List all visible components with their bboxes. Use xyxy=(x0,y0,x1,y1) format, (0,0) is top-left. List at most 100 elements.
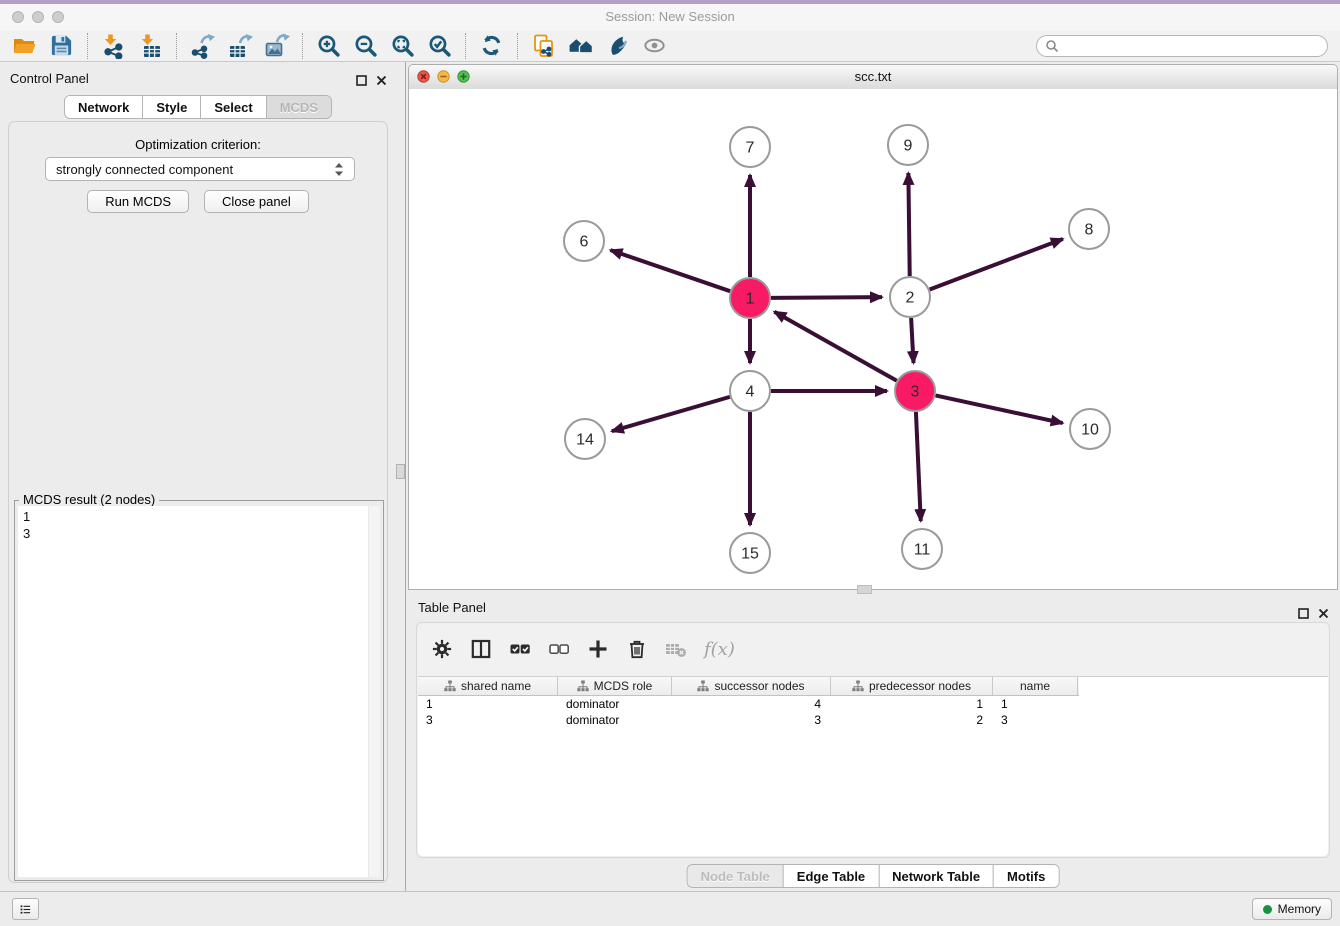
graph-edge-2-3[interactable] xyxy=(911,318,913,363)
close-panel-button[interactable] xyxy=(376,73,387,91)
import-network-icon xyxy=(101,33,127,59)
toolbar-separator xyxy=(465,33,466,59)
show-network-overview-button[interactable] xyxy=(562,31,599,61)
zoom-selected-button[interactable] xyxy=(421,31,458,61)
export-image-icon xyxy=(264,33,290,59)
import-table-button[interactable] xyxy=(132,31,169,61)
zoom-fit-button[interactable] xyxy=(384,31,421,61)
tab-style[interactable]: Style xyxy=(142,96,200,118)
mcds-result-groupbox: MCDS result (2 nodes) 13 xyxy=(14,500,384,881)
table-settings-button[interactable] xyxy=(428,635,456,663)
graph-edge-1-6[interactable] xyxy=(610,250,730,291)
graph-edge-3-11[interactable] xyxy=(916,412,921,521)
refresh-icon xyxy=(479,33,504,58)
graph-edge-2-9[interactable] xyxy=(908,173,909,276)
graph-node-label: 6 xyxy=(580,234,589,251)
delete-table-button[interactable] xyxy=(662,635,690,663)
tab-node-table[interactable]: Node Table xyxy=(688,865,783,887)
graph-node-label: 2 xyxy=(906,290,915,307)
column-header-successor-nodes[interactable]: successor nodes xyxy=(672,677,831,695)
table-cell[interactable]: 1 xyxy=(418,697,558,711)
panel-divider-handle[interactable] xyxy=(396,464,405,479)
graph-edge-3-10[interactable] xyxy=(936,395,1063,423)
graph-node-label: 1 xyxy=(746,291,755,308)
search-box[interactable] xyxy=(1036,35,1328,57)
graph-edge-2-8[interactable] xyxy=(930,239,1063,290)
refresh-button[interactable] xyxy=(473,31,510,61)
network-window-titlebar[interactable]: scc.txt xyxy=(409,65,1337,90)
table-cell[interactable]: 1 xyxy=(993,697,1078,711)
tab-network-table[interactable]: Network Table xyxy=(878,865,993,887)
apply-style-button[interactable] xyxy=(599,31,636,61)
table-row[interactable]: 3dominator323 xyxy=(418,712,1328,728)
graph-node-label: 9 xyxy=(904,138,913,155)
memory-button[interactable]: Memory xyxy=(1252,898,1332,920)
zoom-in-button[interactable] xyxy=(310,31,347,61)
graph-edge-1-2[interactable] xyxy=(771,297,882,298)
selected-option: strongly connected component xyxy=(56,162,332,177)
tab-network[interactable]: Network xyxy=(65,96,142,118)
table-cell[interactable]: 1 xyxy=(831,697,993,711)
create-column-button[interactable] xyxy=(584,635,612,663)
search-input[interactable] xyxy=(1064,38,1327,54)
zoom-out-button[interactable] xyxy=(347,31,384,61)
export-table-button[interactable] xyxy=(221,31,258,61)
scrollbar-track[interactable] xyxy=(368,506,380,877)
mcds-result-line: 1 xyxy=(23,508,380,525)
mcds-result-title: MCDS result (2 nodes) xyxy=(19,492,159,507)
function-builder-button[interactable]: f(x) xyxy=(701,635,741,663)
tab-select[interactable]: Select xyxy=(200,96,265,118)
trash-icon xyxy=(625,637,649,661)
style-brush-icon xyxy=(605,33,630,58)
import-network-button[interactable] xyxy=(95,31,132,61)
open-folder-icon xyxy=(12,33,38,59)
table-cell[interactable]: 4 xyxy=(672,697,831,711)
show-hide-button[interactable] xyxy=(636,31,673,61)
table-panel-divider-handle[interactable] xyxy=(857,585,872,594)
column-header-predecessor-nodes[interactable]: predecessor nodes xyxy=(831,677,993,695)
export-network-button[interactable] xyxy=(184,31,221,61)
table-row[interactable]: 1dominator411 xyxy=(418,696,1328,712)
table-cell[interactable]: 3 xyxy=(418,713,558,727)
tab-edge-table[interactable]: Edge Table xyxy=(783,865,878,887)
graph-node-label: 11 xyxy=(914,542,931,559)
tab-mcds[interactable]: MCDS xyxy=(266,96,331,118)
graph-node-label: 10 xyxy=(1081,422,1099,439)
task-history-button[interactable] xyxy=(12,898,39,920)
float-panel-button[interactable] xyxy=(356,73,367,91)
open-file-button[interactable] xyxy=(6,31,43,61)
delete-columns-button[interactable] xyxy=(623,635,651,663)
column-header-shared-name[interactable]: shared name xyxy=(418,677,558,695)
gear-icon xyxy=(430,637,454,661)
export-image-button[interactable] xyxy=(258,31,295,61)
tab-motifs[interactable]: Motifs xyxy=(993,865,1058,887)
save-session-button[interactable] xyxy=(43,31,80,61)
column-header-name[interactable]: name xyxy=(993,677,1078,695)
tree-icon xyxy=(697,680,709,692)
tree-icon xyxy=(852,680,864,692)
window-titlebar: Session: New Session xyxy=(0,4,1340,30)
panel-divider[interactable] xyxy=(405,62,406,891)
table-cell[interactable]: dominator xyxy=(558,697,672,711)
table-cell[interactable]: 3 xyxy=(672,713,831,727)
table-cell[interactable]: dominator xyxy=(558,713,672,727)
close-panel-button-cp[interactable]: Close panel xyxy=(204,190,309,213)
duplicate-network-button[interactable] xyxy=(525,31,562,61)
run-mcds-button[interactable]: Run MCDS xyxy=(87,190,189,213)
select-all-columns-button[interactable] xyxy=(506,635,534,663)
zoom-in-icon xyxy=(316,33,341,58)
table-cell[interactable]: 3 xyxy=(993,713,1078,727)
network-canvas[interactable]: 7968124314101511 xyxy=(409,89,1337,589)
unchecked-boxes-icon xyxy=(547,637,571,661)
duplicate-network-icon xyxy=(531,33,557,59)
graph-edge-3-1[interactable] xyxy=(774,312,896,381)
show-columns-button[interactable] xyxy=(467,635,495,663)
table-cell[interactable]: 2 xyxy=(831,713,993,727)
graph-edge-4-14[interactable] xyxy=(612,397,730,431)
mcds-result-list[interactable]: 13 xyxy=(18,506,380,877)
unselect-all-columns-button[interactable] xyxy=(545,635,573,663)
main-toolbar xyxy=(0,30,1340,62)
zoom-selected-icon xyxy=(427,33,452,58)
optimization-criterion-select[interactable]: strongly connected component xyxy=(45,157,355,181)
column-header-MCDS-role[interactable]: MCDS role xyxy=(558,677,672,695)
